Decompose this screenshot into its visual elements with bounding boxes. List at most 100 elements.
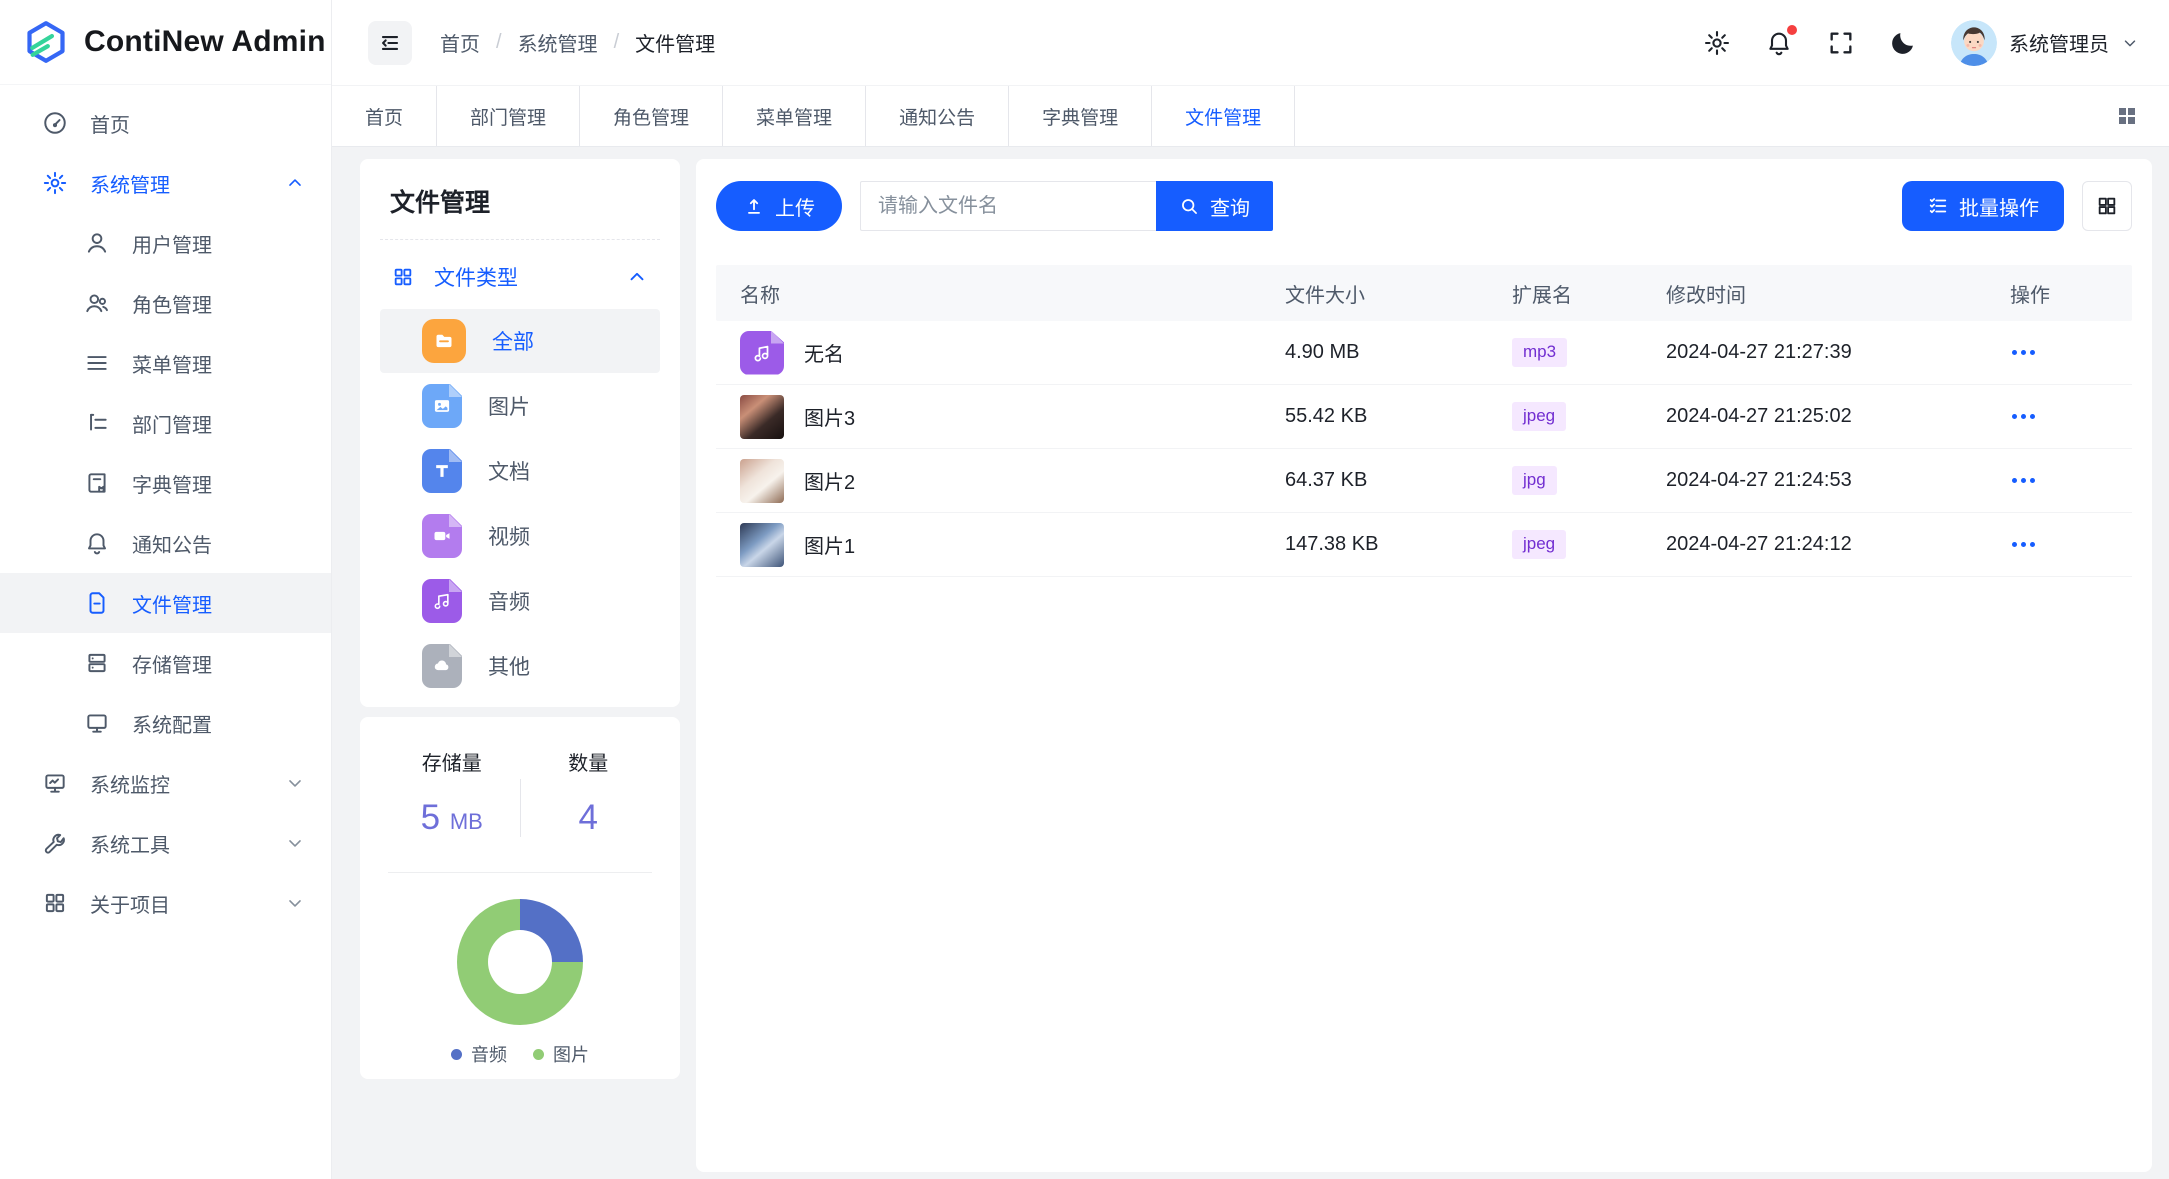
legend-dot <box>533 1049 544 1060</box>
brand-hexagon-icon <box>24 20 68 64</box>
breadcrumb-home[interactable]: 首页 <box>440 28 480 57</box>
file-size: 55.42 KB <box>1285 405 1512 428</box>
row-actions-button[interactable] <box>2010 472 2037 489</box>
gear-icon <box>42 170 68 196</box>
breadcrumb-separator: / <box>496 31 502 54</box>
legend-audio[interactable]: 音频 <box>451 1041 507 1067</box>
file-type-label: 全部 <box>492 326 534 356</box>
settings-gear-icon[interactable] <box>1703 29 1731 57</box>
left-column: 文件管理 文件类型 全部 <box>360 159 680 1172</box>
file-size: 64.37 KB <box>1285 469 1512 492</box>
menu-lines-icon <box>84 350 110 376</box>
file-time: 2024-04-27 21:25:02 <box>1666 405 2010 428</box>
row-actions-button[interactable] <box>2010 536 2037 553</box>
breadcrumb: 首页 / 系统管理 / 文件管理 <box>440 28 715 57</box>
file-type-label: 图片 <box>488 391 530 421</box>
sidebar-item-system-monitor[interactable]: 系统监控 <box>0 753 331 813</box>
sidebar-item-dict-management[interactable]: 字典管理 <box>0 453 331 513</box>
user-icon <box>84 230 110 256</box>
tree-icon <box>84 410 110 436</box>
row-actions-button[interactable] <box>2010 408 2037 425</box>
col-header-name: 名称 <box>716 279 1285 308</box>
sidebar-collapse-button[interactable] <box>368 21 412 65</box>
file-icon <box>84 590 110 616</box>
table-row[interactable]: 图片2 64.37 KB jpg 2024-04-27 21:24:53 <box>716 449 2132 513</box>
sidebar-item-system-management[interactable]: 系统管理 <box>0 153 331 213</box>
ext-tag: mp3 <box>1512 338 1567 366</box>
file-type-tree-header[interactable]: 文件类型 <box>380 250 660 308</box>
tab-file[interactable]: 文件管理 <box>1152 86 1295 146</box>
sidebar-item-about-project[interactable]: 关于项目 <box>0 873 331 933</box>
file-type-audio[interactable]: 音频 <box>380 569 660 633</box>
divider <box>388 872 652 873</box>
file-type-image[interactable]: 图片 <box>380 374 660 438</box>
sidebar-item-home[interactable]: 首页 <box>0 93 331 153</box>
table-row[interactable]: 图片1 147.38 KB jpeg 2024-04-27 21:24:12 <box>716 513 2132 577</box>
grid-icon <box>42 890 68 916</box>
search-input[interactable] <box>860 181 1156 231</box>
query-button[interactable]: 查询 <box>1156 181 1273 231</box>
col-header-actions: 操作 <box>2010 279 2132 308</box>
tab-actions-grid-icon[interactable] <box>2107 96 2147 136</box>
sidebar-item-system-tools[interactable]: 系统工具 <box>0 813 331 873</box>
logo[interactable]: ContiNew Admin <box>0 0 331 85</box>
toolbar: 上传 查询 批量操作 <box>716 181 2132 231</box>
sidebar-item-storage-management[interactable]: 存储管理 <box>0 633 331 693</box>
sidebar-item-user-management[interactable]: 用户管理 <box>0 213 331 273</box>
file-type-all[interactable]: 全部 <box>380 309 660 373</box>
tab-notice[interactable]: 通知公告 <box>866 86 1009 146</box>
sidebar-item-dept-management[interactable]: 部门管理 <box>0 393 331 453</box>
file-time: 2024-04-27 21:27:39 <box>1666 341 2010 364</box>
file-type-other[interactable]: 其他 <box>380 634 660 698</box>
page-tabs: 首页 部门管理 角色管理 菜单管理 通知公告 字典管理 文件管理 <box>332 85 2169 147</box>
file-type-label: 文档 <box>488 456 530 486</box>
file-table: 名称 文件大小 扩展名 修改时间 操作 无名 4.90 MB <box>716 265 2132 577</box>
sidebar-item-label: 关于项目 <box>90 889 170 918</box>
batch-actions-button[interactable]: 批量操作 <box>1902 181 2064 231</box>
sidebar-item-file-management[interactable]: 文件管理 <box>0 573 331 633</box>
server-icon <box>84 650 110 676</box>
col-header-ext: 扩展名 <box>1512 279 1666 308</box>
sidebar-item-role-management[interactable]: 角色管理 <box>0 273 331 333</box>
avatar <box>1951 20 1997 66</box>
storage-label: 存储量 <box>384 747 520 776</box>
video-file-icon <box>422 514 462 558</box>
sidebar-item-notice[interactable]: 通知公告 <box>0 513 331 573</box>
upload-button[interactable]: 上传 <box>716 181 842 231</box>
file-name: 无名 <box>804 338 844 367</box>
dark-mode-moon-icon[interactable] <box>1889 29 1917 57</box>
search-icon <box>1179 196 1200 217</box>
legend-image[interactable]: 图片 <box>533 1041 589 1067</box>
file-type-doc[interactable]: 文档 <box>380 439 660 503</box>
notification-bell-icon[interactable] <box>1765 29 1793 57</box>
row-actions-button[interactable] <box>2010 344 2037 361</box>
sidebar-item-label: 字典管理 <box>132 469 212 498</box>
chevron-down-icon <box>285 893 305 913</box>
tab-menu[interactable]: 菜单管理 <box>723 86 866 146</box>
file-type-video[interactable]: 视频 <box>380 504 660 568</box>
user-menu[interactable]: 系统管理员 <box>1951 20 2139 66</box>
tab-dept[interactable]: 部门管理 <box>437 86 580 146</box>
chart-legend: 音频 图片 <box>451 1041 589 1067</box>
grid-view-toggle-button[interactable] <box>2082 181 2132 231</box>
sidebar-item-label: 首页 <box>90 109 130 138</box>
username: 系统管理员 <box>2009 28 2109 57</box>
table-row[interactable]: 无名 4.90 MB mp3 2024-04-27 21:27:39 <box>716 321 2132 385</box>
sidebar-item-menu-management[interactable]: 菜单管理 <box>0 333 331 393</box>
storage-stats-card: 存储量 5 MB 数量 4 音频 图片 <box>360 717 680 1079</box>
file-time: 2024-04-27 21:24:12 <box>1666 533 2010 556</box>
sidebar: ContiNew Admin 首页 系统管理 <box>0 0 332 1179</box>
tab-role[interactable]: 角色管理 <box>580 86 723 146</box>
breadcrumb-system[interactable]: 系统管理 <box>518 28 598 57</box>
sidebar-item-system-config[interactable]: 系统配置 <box>0 693 331 753</box>
sidebar-item-label: 菜单管理 <box>132 349 212 378</box>
image-file-icon <box>422 384 462 428</box>
fullscreen-icon[interactable] <box>1827 29 1855 57</box>
tab-label: 文件管理 <box>1185 103 1261 130</box>
tab-home[interactable]: 首页 <box>332 86 437 146</box>
breadcrumb-separator: / <box>614 31 620 54</box>
table-row[interactable]: 图片3 55.42 KB jpeg 2024-04-27 21:25:02 <box>716 385 2132 449</box>
tab-dict[interactable]: 字典管理 <box>1009 86 1152 146</box>
file-time: 2024-04-27 21:24:53 <box>1666 469 2010 492</box>
file-type-panel: 文件管理 文件类型 全部 <box>360 159 680 707</box>
